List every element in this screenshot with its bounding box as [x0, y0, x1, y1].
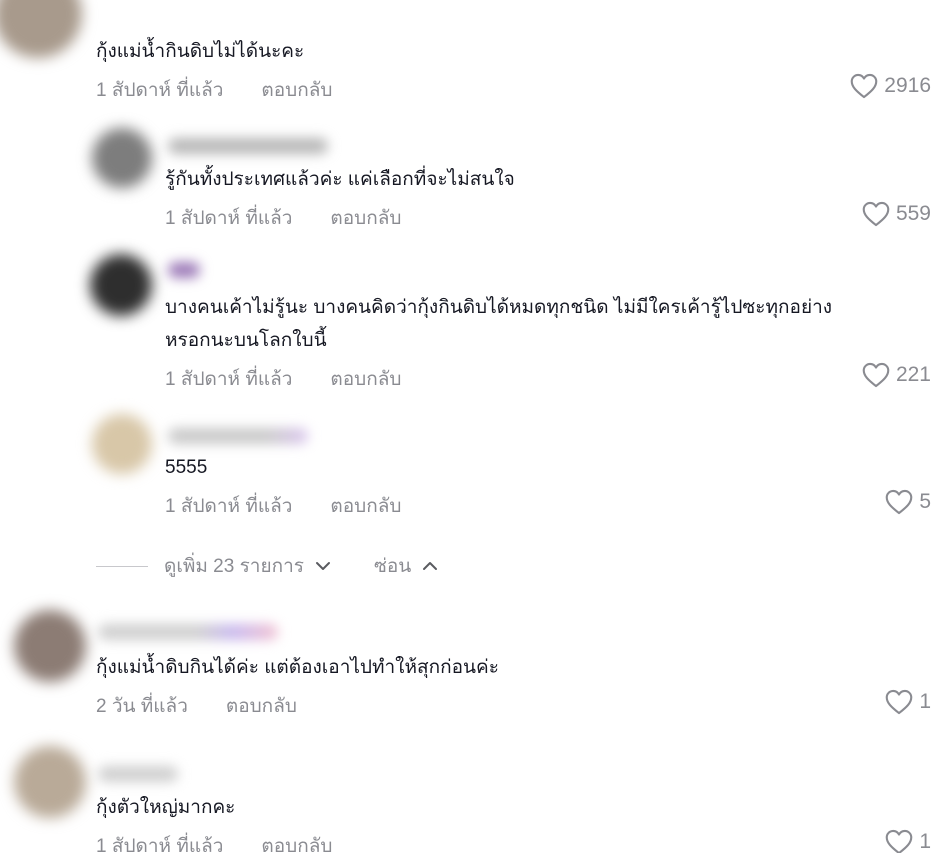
- comment-time: 1 สัปดาห์ ที่แล้ว: [96, 80, 224, 101]
- comment-time: 2 วัน ที่แล้ว: [96, 696, 188, 717]
- reply-meta: 1 สัปดาห์ ที่แล้ว ตอบกลับ: [165, 364, 401, 394]
- heart-outline-icon: [862, 201, 890, 227]
- comment-meta: 1 สัปดาห์ ที่แล้ว ตอบกลับ: [96, 75, 332, 105]
- like-button[interactable]: 559: [862, 201, 931, 227]
- username-blurred[interactable]: [168, 262, 200, 278]
- reply-button[interactable]: ตอบกลับ: [261, 836, 332, 853]
- reply-meta: 1 สัปดาห์ ที่แล้ว ตอบกลับ: [165, 491, 401, 521]
- comment-text: กุ้งแม่น้ำดิบกินได้ค่ะ แต่ต้องเอาไปทำให้…: [96, 657, 499, 678]
- like-button[interactable]: 2916: [850, 73, 931, 99]
- reply-button[interactable]: ตอบกลับ: [226, 696, 297, 717]
- reply-time: 1 สัปดาห์ ที่แล้ว: [165, 369, 293, 390]
- view-more-label: ดูเพิ่ม 23 รายการ: [164, 556, 304, 577]
- avatar[interactable]: [0, 0, 82, 58]
- avatar[interactable]: [90, 254, 152, 316]
- comment-text: กุ้งแม่น้ำกินดิบไม่ได้นะคะ: [96, 41, 305, 62]
- reply-button[interactable]: ตอบกลับ: [330, 369, 401, 390]
- avatar[interactable]: [92, 414, 152, 474]
- like-count: 559: [895, 202, 931, 225]
- divider: [96, 565, 148, 567]
- heart-outline-icon: [886, 689, 913, 715]
- like-count: 2916: [884, 74, 931, 97]
- username-blurred[interactable]: [98, 766, 178, 782]
- reply-text: 5555: [165, 457, 208, 478]
- comment-time: 1 สัปดาห์ ที่แล้ว: [96, 836, 224, 853]
- avatar[interactable]: [14, 610, 86, 682]
- avatar[interactable]: [92, 128, 152, 188]
- username-blurred[interactable]: [168, 138, 328, 154]
- like-count: 1: [919, 690, 931, 713]
- heart-outline-icon: [850, 73, 878, 99]
- like-button[interactable]: 221: [862, 362, 931, 388]
- heart-outline-icon: [862, 362, 890, 388]
- hide-replies-button[interactable]: ซ่อน: [374, 551, 439, 581]
- reply-button[interactable]: ตอบกลับ: [330, 496, 401, 517]
- heart-outline-icon: [886, 829, 913, 853]
- username-blurred[interactable]: [168, 428, 308, 444]
- reply-button[interactable]: ตอบกลับ: [261, 80, 332, 101]
- reply-button[interactable]: ตอบกลับ: [330, 208, 401, 229]
- reply-text: บางคนเค้าไม่รู้นะ บางคนคิดว่ากุ้งกินดิบไ…: [165, 297, 833, 318]
- comments-panel: กุ้งแม่น้ำกินดิบไม่ได้นะคะ 1 สัปดาห์ ที่…: [0, 0, 945, 853]
- like-button[interactable]: 1: [885, 829, 931, 853]
- reply-text: รู้กันทั้งประเทศแล้วค่ะ แค่เลือกที่จะไม่…: [165, 169, 515, 190]
- reply-time: 1 สัปดาห์ ที่แล้ว: [165, 496, 293, 517]
- chevron-down-icon: [314, 560, 332, 572]
- username-blurred[interactable]: [98, 624, 278, 640]
- like-count: 1: [919, 830, 931, 853]
- like-button[interactable]: 1: [885, 689, 931, 715]
- comment-meta: 1 สัปดาห์ ที่แล้ว ตอบกลับ: [96, 831, 332, 853]
- reply-text: หรอกนะบนโลกใบนี้: [165, 330, 327, 351]
- reply-meta: 1 สัปดาห์ ที่แล้ว ตอบกลับ: [165, 203, 401, 233]
- like-count: 5: [919, 490, 931, 513]
- reply-time: 1 สัปดาห์ ที่แล้ว: [165, 208, 293, 229]
- like-button[interactable]: 5: [885, 489, 931, 515]
- heart-outline-icon: [886, 489, 913, 515]
- view-more-button[interactable]: ดูเพิ่ม 23 รายการ: [164, 551, 332, 581]
- comment-text: กุ้งตัวใหญ่มากคะ: [96, 797, 236, 818]
- replies-toggle: ดูเพิ่ม 23 รายการ ซ่อน: [96, 551, 439, 581]
- avatar[interactable]: [14, 746, 86, 818]
- hide-label: ซ่อน: [373, 556, 412, 577]
- comment-meta: 2 วัน ที่แล้ว ตอบกลับ: [96, 691, 297, 721]
- like-count: 221: [895, 363, 931, 386]
- chevron-up-icon: [421, 560, 439, 572]
